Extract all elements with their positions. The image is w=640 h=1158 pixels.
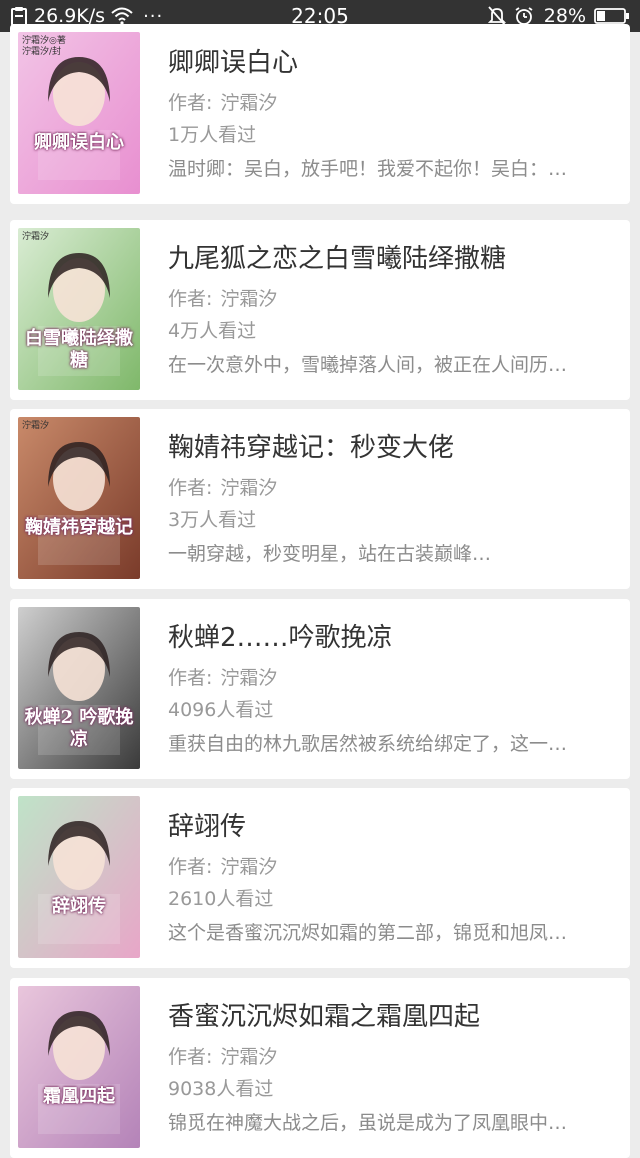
- book-info: 辞翊传作者: 泞霜汐 2610人看过这个是香蜜沉沉烬如霜的第二部，锦觅和旭凤…: [168, 788, 620, 968]
- cover-title-art: 白雪曦陆绎撒糖: [25, 328, 133, 371]
- book-description: 在一次意外中，雪曦掉落人间，被正在人间历…: [168, 354, 568, 376]
- book-info: 鞠婧祎穿越记：秒变大佬作者: 泞霜汐 3万人看过一朝穿越，秒变明星，站在古装巅峰…: [168, 409, 620, 589]
- view-count: 4万人看过: [168, 320, 257, 342]
- book-description: 重获自由的林九歌居然被系统给绑定了，这一…: [168, 733, 568, 755]
- author-name: 泞霜汐: [220, 288, 278, 310]
- book-description: 锦觅在神魔大战之后，虽说是成为了凤凰眼中…: [168, 1112, 568, 1134]
- book-cover[interactable]: 秋蝉2 吟歌挽凉: [18, 607, 140, 769]
- book-description: 这个是香蜜沉沉烬如霜的第二部，锦觅和旭凤…: [168, 922, 568, 944]
- book-cover[interactable]: 霜凰四起: [18, 986, 140, 1148]
- book-author-line: 作者: 泞霜汐: [168, 1042, 277, 1069]
- author-name: 泞霜汐: [220, 667, 278, 689]
- book-info: 香蜜沉沉烬如霜之霜凰四起作者: 泞霜汐 9038人看过锦觅在神魔大战之后，虽说是成为…: [168, 978, 620, 1158]
- author-label: 作者:: [168, 288, 213, 310]
- cover-credit: 泞霜汐: [22, 232, 50, 242]
- book-author-line: 作者: 泞霜汐: [168, 663, 277, 690]
- cover-title-art: 秋蝉2 吟歌挽凉: [24, 707, 134, 750]
- book-cover[interactable]: 辞翊传: [18, 796, 140, 958]
- view-count: 9038人看过: [168, 1078, 274, 1100]
- author-name: 泞霜汐: [220, 92, 278, 114]
- author-label: 作者:: [168, 92, 213, 114]
- book-card[interactable]: 白雪曦陆绎撒糖 泞霜汐 九尾狐之恋之白雪曦陆绎撒糖 作者: 泞霜汐 4万人看过 在一次意外中…: [10, 220, 630, 400]
- cover-title-art: 霜凰四起: [43, 1086, 115, 1107]
- cover-credit: 泞霜汐◎著 泞霜汐/封: [22, 36, 66, 57]
- book-card[interactable]: 辞翊传 辞翊传 作者: 泞霜汐 2610人看过 这个是香蜜沉沉烬如霜的第二部，锦觅和旭凤…: [10, 788, 630, 968]
- book-cover[interactable]: 鞠婧祎穿越记 泞霜汐: [18, 417, 140, 579]
- book-author-line: 作者: 泞霜汐: [168, 852, 277, 879]
- book-title[interactable]: 鞠婧祎穿越记：秒变大佬: [168, 427, 620, 464]
- cover-credit: 泞霜汐: [22, 421, 50, 431]
- book-title[interactable]: 秋蝉2……吟歌挽凉: [168, 617, 620, 654]
- cover-title-art: 卿卿误白心: [34, 132, 124, 153]
- book-cover[interactable]: 白雪曦陆绎撒糖 泞霜汐: [18, 228, 140, 390]
- book-author-line: 作者: 泞霜汐: [168, 473, 277, 500]
- view-count: 3万人看过: [168, 509, 257, 531]
- view-count: 1万人看过: [168, 124, 257, 146]
- book-description: 温时卿：吴白，放手吧！我爱不起你！吴白：…: [168, 158, 568, 180]
- book-title[interactable]: 辞翊传: [168, 806, 620, 843]
- mute-bell-icon: [487, 6, 506, 26]
- clipboard-icon: [10, 6, 28, 26]
- author-label: 作者:: [168, 667, 213, 689]
- book-card[interactable]: 鞠婧祎穿越记 泞霜汐 鞠婧祎穿越记：秒变大佬 作者: 泞霜汐 3万人看过 一朝穿越，秒变明星…: [10, 409, 630, 589]
- book-card[interactable]: 卿卿误白心 泞霜汐◎著 泞霜汐/封 卿卿误白心 作者: 泞霜汐 1万人看过 温时卿：吴白，放…: [10, 24, 630, 204]
- book-title[interactable]: 九尾狐之恋之白雪曦陆绎撒糖: [168, 238, 620, 275]
- author-name: 泞霜汐: [220, 856, 278, 878]
- book-card[interactable]: 霜凰四起 香蜜沉沉烬如霜之霜凰四起作者: 泞霜汐 9038人看过锦觅在神魔大战之后，虽…: [10, 978, 630, 1158]
- book-info: 九尾狐之恋之白雪曦陆绎撒糖作者: 泞霜汐 4万人看过在一次意外中，雪曦掉落人间，被正…: [168, 220, 620, 400]
- book-info: 卿卿误白心作者: 泞霜汐 1万人看过温时卿：吴白，放手吧！我爱不起你！吴白：…: [168, 24, 620, 204]
- author-name: 泞霜汐: [220, 1046, 278, 1068]
- author-label: 作者:: [168, 1046, 213, 1068]
- book-info: 秋蝉2……吟歌挽凉作者: 泞霜汐 4096人看过重获自由的林九歌居然被系统给绑定了，…: [168, 599, 620, 779]
- book-author-line: 作者: 泞霜汐: [168, 284, 277, 311]
- book-author-line: 作者: 泞霜汐: [168, 88, 277, 115]
- book-title[interactable]: 香蜜沉沉烬如霜之霜凰四起: [168, 996, 620, 1033]
- book-title[interactable]: 卿卿误白心: [168, 42, 620, 79]
- cover-title-art: 鞠婧祎穿越记: [25, 517, 133, 538]
- author-label: 作者:: [168, 477, 213, 499]
- author-name: 泞霜汐: [220, 477, 278, 499]
- author-label: 作者:: [168, 856, 213, 878]
- book-description: 一朝穿越，秒变明星，站在古装巅峰…: [168, 543, 492, 565]
- battery-icon: [594, 7, 630, 25]
- book-cover[interactable]: 卿卿误白心 泞霜汐◎著 泞霜汐/封: [18, 32, 140, 194]
- view-count: 2610人看过: [168, 888, 274, 910]
- view-count: 4096人看过: [168, 699, 274, 721]
- wifi-icon: [111, 7, 133, 25]
- alarm-icon: [514, 6, 534, 26]
- cover-title-art: 辞翊传: [52, 896, 106, 917]
- book-card[interactable]: 秋蝉2 吟歌挽凉 秋蝉2……吟歌挽凉作者: 泞霜汐 4096人看过重获自由的林九歌居然…: [10, 599, 630, 779]
